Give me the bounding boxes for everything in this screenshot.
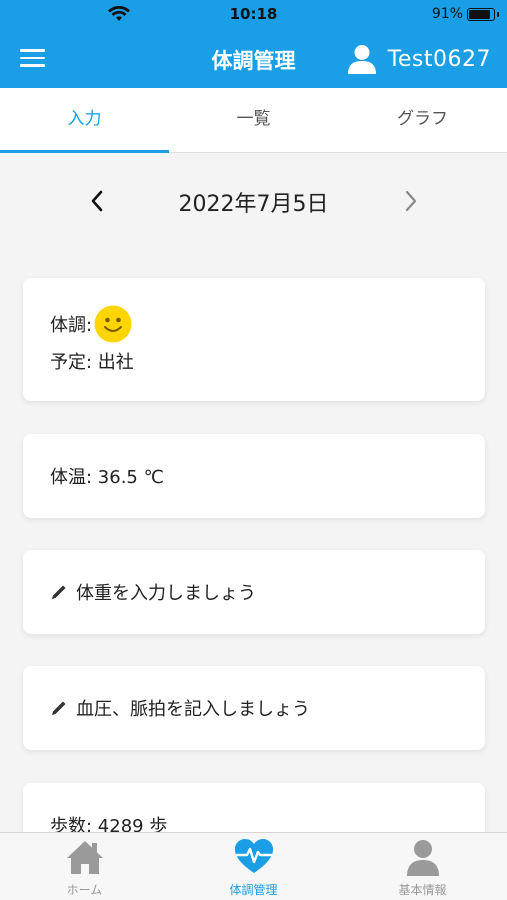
tab-graph[interactable]: グラフ bbox=[338, 88, 507, 152]
bottom-navigation: ホーム 体調管理 基本情報 bbox=[0, 832, 507, 900]
person-icon bbox=[406, 840, 439, 876]
nav-home-label: ホーム bbox=[66, 883, 103, 897]
date-navigator: 2022年7月5日 bbox=[0, 181, 507, 221]
user-icon bbox=[347, 45, 376, 74]
user-name: Test0627 bbox=[387, 46, 491, 72]
temperature-text: 体温: 36.5 ℃ bbox=[50, 467, 164, 488]
tab-bar: 入力 一覧 グラフ bbox=[0, 88, 507, 153]
current-date: 2022年7月5日 bbox=[178, 192, 329, 217]
home-icon bbox=[66, 841, 103, 874]
battery-percent: 91% bbox=[431, 6, 463, 22]
pencil-icon bbox=[52, 585, 66, 599]
tab-list[interactable]: 一覧 bbox=[169, 88, 338, 152]
blood-pressure-card[interactable]: 血圧、脈拍を記入しましょう bbox=[23, 666, 485, 750]
weight-prompt: 体重を入力しましょう bbox=[76, 583, 256, 604]
heartbeat-icon bbox=[234, 839, 273, 873]
tab-input[interactable]: 入力 bbox=[0, 88, 169, 153]
condition-label: 体調: bbox=[50, 315, 93, 336]
nav-profile-label: 基本情報 bbox=[398, 883, 447, 897]
app-header: 体調管理 Test0627 bbox=[0, 30, 507, 88]
status-bar: 10:18 91% bbox=[0, 0, 507, 30]
nav-health-label: 体調管理 bbox=[229, 883, 278, 897]
user-account-button[interactable]: Test0627 bbox=[347, 42, 491, 76]
condition-card[interactable]: 体調: 予定: 出社 bbox=[23, 278, 485, 401]
smiley-face-icon bbox=[94, 305, 132, 343]
steps-card[interactable]: 歩数: 4289 歩 bbox=[23, 783, 485, 832]
nav-health[interactable]: 体調管理 bbox=[169, 833, 338, 900]
pencil-icon bbox=[52, 701, 66, 715]
nav-home[interactable]: ホーム bbox=[0, 833, 169, 900]
main-content: 2022年7月5日 体調: 予定: 出社 体温: 36.5 ℃ 体重を入力しまし… bbox=[0, 153, 507, 832]
steps-text: 歩数: 4289 歩 bbox=[50, 816, 168, 832]
hamburger-menu-icon[interactable] bbox=[20, 49, 45, 69]
nav-profile[interactable]: 基本情報 bbox=[338, 833, 507, 900]
chevron-right-icon[interactable] bbox=[398, 189, 422, 213]
schedule-text: 予定: 出社 bbox=[50, 352, 134, 373]
temperature-card[interactable]: 体温: 36.5 ℃ bbox=[23, 434, 485, 518]
battery-icon bbox=[467, 8, 495, 21]
weight-card[interactable]: 体重を入力しましょう bbox=[23, 550, 485, 634]
blood-pressure-prompt: 血圧、脈拍を記入しましょう bbox=[76, 699, 310, 720]
